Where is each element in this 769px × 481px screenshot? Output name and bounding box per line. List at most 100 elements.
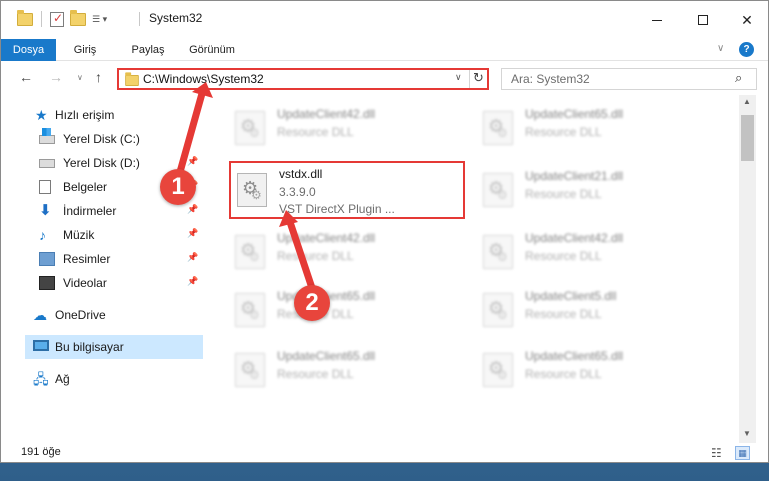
pin-icon[interactable]: 📌 — [187, 276, 198, 287]
vertical-scrollbar[interactable]: ▲ ▼ — [739, 95, 756, 443]
file-tile[interactable]: UpdateClient42.dll Resource DLL — [477, 223, 713, 281]
pin-icon[interactable]: 📌 — [187, 156, 198, 167]
address-path[interactable]: C:\Windows\System32 — [143, 72, 264, 86]
downloads-icon: ⬇ — [39, 202, 52, 219]
drive-windows-icon — [39, 128, 55, 144]
file-name: UpdateClient42.dll — [525, 231, 624, 245]
address-bar[interactable]: C:\Windows\System32 ∨ ↻ — [117, 68, 489, 90]
sidebar-item-onedrive[interactable]: ☁ OneDrive — [1, 303, 205, 327]
file-description: Resource DLL — [525, 125, 602, 139]
tab-home[interactable]: Giriş — [65, 39, 105, 61]
recent-locations-icon[interactable]: ∨ — [77, 73, 83, 82]
back-button[interactable]: ← — [19, 69, 33, 85]
network-icon: 🖧 — [33, 371, 49, 387]
file-name: UpdateClient42.dll — [277, 231, 376, 245]
cloud-icon: ☁ — [33, 307, 47, 323]
file-name: UpdateClient42.dll — [277, 107, 376, 121]
expand-ribbon-icon[interactable]: ∨ — [717, 43, 724, 54]
forward-button[interactable]: → — [49, 69, 63, 85]
file-tile[interactable]: UpdateClient5.dll Resource DLL — [477, 281, 713, 339]
file-description: Resource DLL — [525, 307, 602, 321]
sidebar-item-pictures[interactable]: Resimler 📌 — [1, 247, 205, 271]
file-description: Resource DLL — [277, 249, 354, 263]
quick-access-toolbar: ☰ ▾ — [17, 9, 107, 27]
sidebar-item-label: Yerel Disk (C:) — [63, 132, 140, 146]
properties-icon[interactable] — [50, 11, 64, 27]
sidebar-item-label: Belgeler — [63, 180, 108, 194]
sidebar-item-music[interactable]: ♪ Müzik 📌 — [1, 223, 205, 247]
item-count: 191 öğe — [21, 446, 61, 458]
dll-file-icon — [483, 111, 515, 147]
scroll-thumb[interactable] — [741, 115, 754, 161]
file-tile[interactable]: UpdateClient65.dll Resource DLL — [477, 99, 713, 157]
step-badge-1: 1 — [160, 169, 196, 205]
file-tile[interactable]: UpdateClient42.dll Resource DLL — [229, 223, 465, 281]
tab-view[interactable]: Görünüm — [181, 39, 243, 61]
explorer-window: ☰ ▾ System32 ✕ Dosya Giriş Paylaş Görünü… — [0, 0, 769, 463]
file-tile[interactable]: UpdateClient42.dll Resource DLL — [229, 99, 465, 157]
sidebar-item-label: Bu bilgisayar — [55, 340, 124, 354]
search-icon[interactable]: ⌕ — [735, 70, 742, 86]
customize-toolbar-icon[interactable]: ☰ ▾ — [92, 14, 107, 25]
pin-icon[interactable]: 📌 — [187, 252, 198, 263]
file-description: Resource DLL — [525, 249, 602, 263]
scroll-down-icon[interactable]: ▼ — [743, 429, 751, 438]
minimize-button[interactable] — [634, 1, 680, 39]
star-icon: ★ — [35, 107, 48, 123]
file-tile-vstdx[interactable]: vstdx.dll 3.3.9.0 VST DirectX Plugin ... — [229, 161, 465, 219]
search-input[interactable]: Ara: System32 ⌕ — [501, 68, 757, 90]
sidebar-item-quick-access[interactable]: ★ Hızlı erişim — [1, 103, 205, 127]
pin-icon[interactable]: 📌 — [187, 228, 198, 239]
file-description: Resource DLL — [525, 187, 602, 201]
up-button[interactable]: ↑ — [95, 69, 102, 85]
dll-file-icon — [483, 235, 515, 271]
maximize-icon — [698, 15, 708, 25]
window-title: System32 — [138, 11, 203, 26]
ribbon-tabs: Dosya Giriş Paylaş Görünüm ∨ ? — [1, 39, 768, 61]
scroll-up-icon[interactable]: ▲ — [743, 97, 751, 106]
step-badge-2: 2 — [294, 285, 330, 321]
sidebar-item-videos[interactable]: Videolar 📌 — [1, 271, 205, 295]
navigation-pane: ★ Hızlı erişim Yerel Disk (C:) Yerel Dis… — [1, 95, 205, 433]
minimize-icon — [652, 19, 662, 21]
new-folder-icon[interactable] — [70, 9, 86, 26]
sidebar-item-label: Yerel Disk (D:) — [63, 156, 140, 170]
sidebar-item-network[interactable]: 🖧 Ağ — [1, 367, 205, 391]
file-description: VST DirectX Plugin ... — [279, 202, 395, 216]
file-tile[interactable]: UpdateClient65.dll Resource DLL — [229, 281, 465, 339]
dll-file-icon — [235, 235, 267, 271]
drive-icon — [39, 159, 55, 168]
pin-icon[interactable]: 📌 — [187, 204, 198, 215]
dll-file-icon — [483, 173, 515, 209]
title-bar: ☰ ▾ System32 ✕ — [1, 1, 768, 39]
file-description: Resource DLL — [277, 125, 354, 139]
file-name: UpdateClient5.dll — [525, 289, 617, 303]
tab-file[interactable]: Dosya — [1, 39, 56, 61]
sidebar-item-this-pc[interactable]: Bu bilgisayar — [25, 335, 203, 359]
chevron-down-icon[interactable]: ∨ — [455, 72, 462, 83]
sidebar-item-disk-c[interactable]: Yerel Disk (C:) — [1, 127, 205, 151]
file-version: 3.3.9.0 — [279, 185, 316, 199]
file-tile[interactable]: UpdateClient65.dll Resource DLL — [229, 341, 465, 399]
dll-file-icon — [483, 293, 515, 329]
tiles-view-icon[interactable]: ▦ — [735, 446, 750, 460]
toolbar-divider — [41, 11, 42, 27]
file-name: UpdateClient21.dll — [525, 169, 624, 183]
file-tile[interactable]: UpdateClient65.dll Resource DLL — [477, 341, 713, 399]
file-tile[interactable]: UpdateClient21.dll Resource DLL — [477, 161, 713, 219]
details-view-icon[interactable]: ☷ — [711, 446, 722, 460]
file-name: UpdateClient65.dll — [277, 349, 376, 363]
maximize-button[interactable] — [680, 1, 726, 39]
folder-icon[interactable] — [17, 9, 33, 26]
status-bar: 191 öğe ☷ ▦ — [1, 443, 768, 462]
sidebar-item-label: Hızlı erişim — [55, 108, 115, 122]
refresh-icon[interactable]: ↻ — [473, 70, 484, 86]
close-button[interactable]: ✕ — [724, 1, 768, 39]
dll-file-icon — [235, 353, 267, 389]
help-icon[interactable]: ? — [739, 42, 754, 57]
file-list: UpdateClient42.dll Resource DLL UpdateCl… — [205, 95, 739, 433]
computer-icon — [33, 340, 49, 351]
file-name: vstdx.dll — [279, 167, 323, 181]
tab-share[interactable]: Paylaş — [125, 39, 171, 61]
dll-file-icon — [483, 353, 515, 389]
